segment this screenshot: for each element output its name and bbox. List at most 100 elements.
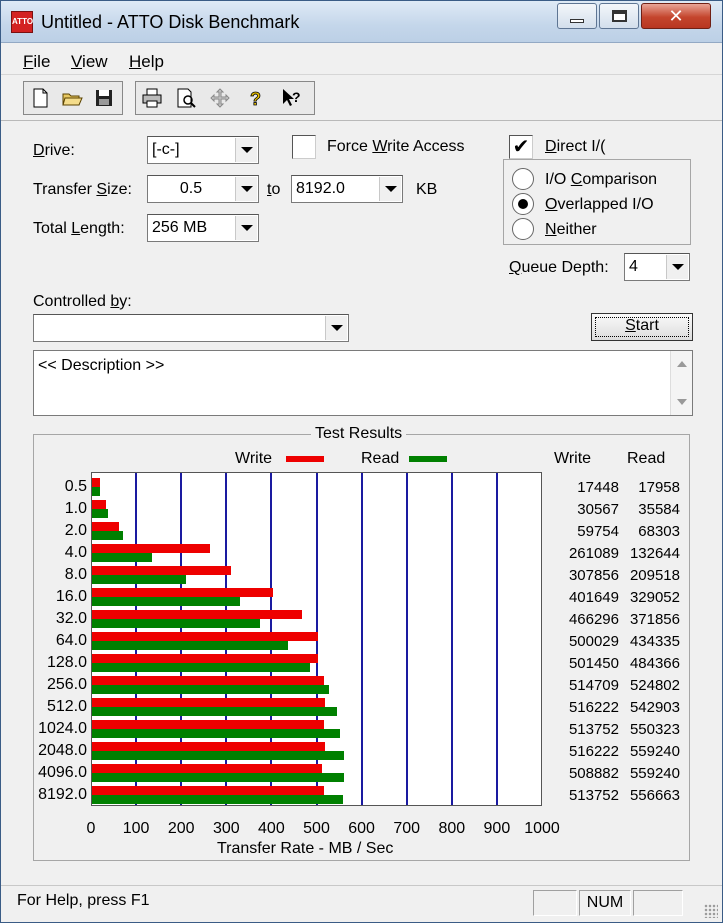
new-button[interactable] — [26, 84, 54, 112]
title-bar[interactable]: ATTO Untitled - ATTO Disk Benchmark ✕ — [1, 1, 722, 43]
atto-app-icon[interactable]: ATTO — [11, 11, 33, 33]
gridline — [360, 473, 363, 805]
force-write-checkbox[interactable] — [292, 135, 316, 159]
x-tick-label: 400 — [258, 820, 285, 837]
write-bar — [92, 610, 303, 619]
context-help-button[interactable]: ? — [278, 84, 306, 112]
controlled-by-label: Controlled by: — [33, 293, 132, 310]
description-scrollbar[interactable] — [670, 351, 692, 415]
write-bar — [92, 632, 318, 641]
read-value-cell: 524802 — [629, 677, 680, 694]
queue-depth-combo[interactable]: 4 — [624, 253, 690, 281]
total-length-dropdown-button[interactable] — [235, 216, 257, 240]
x-tick-label: 500 — [303, 820, 330, 837]
controlled-by-combo[interactable] — [33, 314, 349, 342]
scroll-up-icon[interactable] — [677, 361, 687, 367]
category-label: 64.0 — [55, 632, 87, 649]
read-value-cell: 542903 — [629, 699, 680, 716]
x-tick-label: 800 — [438, 820, 466, 837]
menu-file[interactable]: File — [23, 52, 50, 72]
gridline — [405, 473, 408, 805]
svg-text:?: ? — [250, 89, 261, 109]
drive-value: [-c-] — [152, 141, 180, 158]
status-pane-num: NUM — [579, 890, 631, 916]
print-button[interactable] — [138, 84, 166, 112]
x-axis-label: Transfer Rate - MB / Sec — [217, 840, 394, 857]
direct-io-checkbox[interactable]: ✔ — [509, 135, 533, 159]
read-value-cell: 434335 — [629, 633, 680, 650]
menu-bar: File View Help — [1, 45, 722, 75]
to-label: to — [267, 181, 281, 198]
gridline — [450, 473, 453, 805]
open-button[interactable] — [58, 84, 86, 112]
x-tick-label: 700 — [393, 820, 421, 837]
write-bar — [92, 588, 274, 597]
save-button[interactable] — [90, 84, 118, 112]
category-label: 0.5 — [64, 478, 87, 495]
scroll-down-icon[interactable] — [677, 399, 687, 405]
transfer-to-combo[interactable]: 8192.0 — [291, 175, 403, 203]
drive-label: Drive: — [33, 142, 75, 159]
legend-read-label: Read — [361, 450, 400, 467]
write-bar — [92, 500, 106, 509]
description-box[interactable]: << Description >> — [33, 350, 693, 416]
transfer-from-dropdown-button[interactable] — [235, 177, 257, 201]
read-bar — [92, 619, 260, 628]
move-button[interactable] — [206, 84, 234, 112]
drive-combo[interactable]: [-c-] — [147, 136, 259, 164]
write-bar — [92, 478, 100, 487]
read-bar — [92, 795, 344, 804]
print-preview-button[interactable] — [172, 84, 200, 112]
minimize-icon — [570, 19, 584, 23]
gridline — [495, 473, 498, 805]
radio-overlapped-io[interactable] — [512, 193, 534, 215]
resize-grip-icon[interactable] — [704, 904, 718, 918]
transfer-from-combo[interactable]: 0.5 — [147, 175, 259, 203]
total-length-value: 256 MB — [152, 219, 208, 236]
maximize-button[interactable] — [599, 3, 639, 29]
x-tick-label: 600 — [348, 820, 375, 837]
queue-depth-value: 4 — [629, 258, 638, 275]
read-bar — [92, 641, 288, 650]
queue-depth-dropdown-button[interactable] — [666, 255, 688, 279]
read-value-cell: 550323 — [629, 721, 680, 738]
start-button[interactable]: Start — [591, 313, 693, 341]
print-icon — [142, 88, 162, 108]
help-button[interactable]: ? — [242, 84, 270, 112]
menu-view[interactable]: View — [71, 52, 108, 72]
help-question-icon: ? — [250, 89, 262, 109]
read-value-cell: 17958 — [638, 479, 680, 496]
radio-neither[interactable] — [512, 218, 534, 240]
radio-io-comparison[interactable] — [512, 168, 534, 190]
write-bar — [92, 566, 231, 575]
transfer-from-value: 0.5 — [179, 180, 203, 197]
col-header-read: Read — [627, 450, 666, 467]
category-label: 128.0 — [46, 654, 87, 671]
drive-dropdown-button[interactable] — [235, 138, 257, 162]
category-label: 2.0 — [64, 522, 87, 539]
col-header-write: Write — [554, 450, 592, 467]
category-label: 4096.0 — [38, 764, 87, 781]
x-tick-label: 1000 — [524, 820, 560, 837]
category-label: 4.0 — [64, 544, 87, 561]
menu-help[interactable]: Help — [129, 52, 164, 72]
chevron-down-icon — [330, 325, 343, 331]
total-length-combo[interactable]: 256 MB — [147, 214, 259, 242]
close-button[interactable]: ✕ — [641, 3, 711, 29]
x-tick-label: 200 — [167, 820, 195, 837]
close-icon: ✕ — [668, 6, 684, 26]
print-preview-icon — [177, 88, 196, 108]
minimize-button[interactable] — [557, 3, 597, 29]
read-value-cell: 132644 — [629, 545, 680, 562]
transfer-to-dropdown-button[interactable] — [379, 177, 401, 201]
read-value-cell: 329052 — [629, 589, 680, 606]
read-value-cell: 556663 — [629, 787, 680, 804]
read-bar — [92, 773, 345, 782]
category-label: 256.0 — [46, 676, 87, 693]
open-folder-icon — [62, 93, 83, 106]
controlled-by-dropdown-button[interactable] — [325, 316, 347, 340]
save-disk-icon — [96, 90, 112, 106]
svg-text:?: ? — [292, 89, 301, 105]
category-label: 32.0 — [55, 610, 87, 627]
read-bar — [92, 531, 123, 540]
